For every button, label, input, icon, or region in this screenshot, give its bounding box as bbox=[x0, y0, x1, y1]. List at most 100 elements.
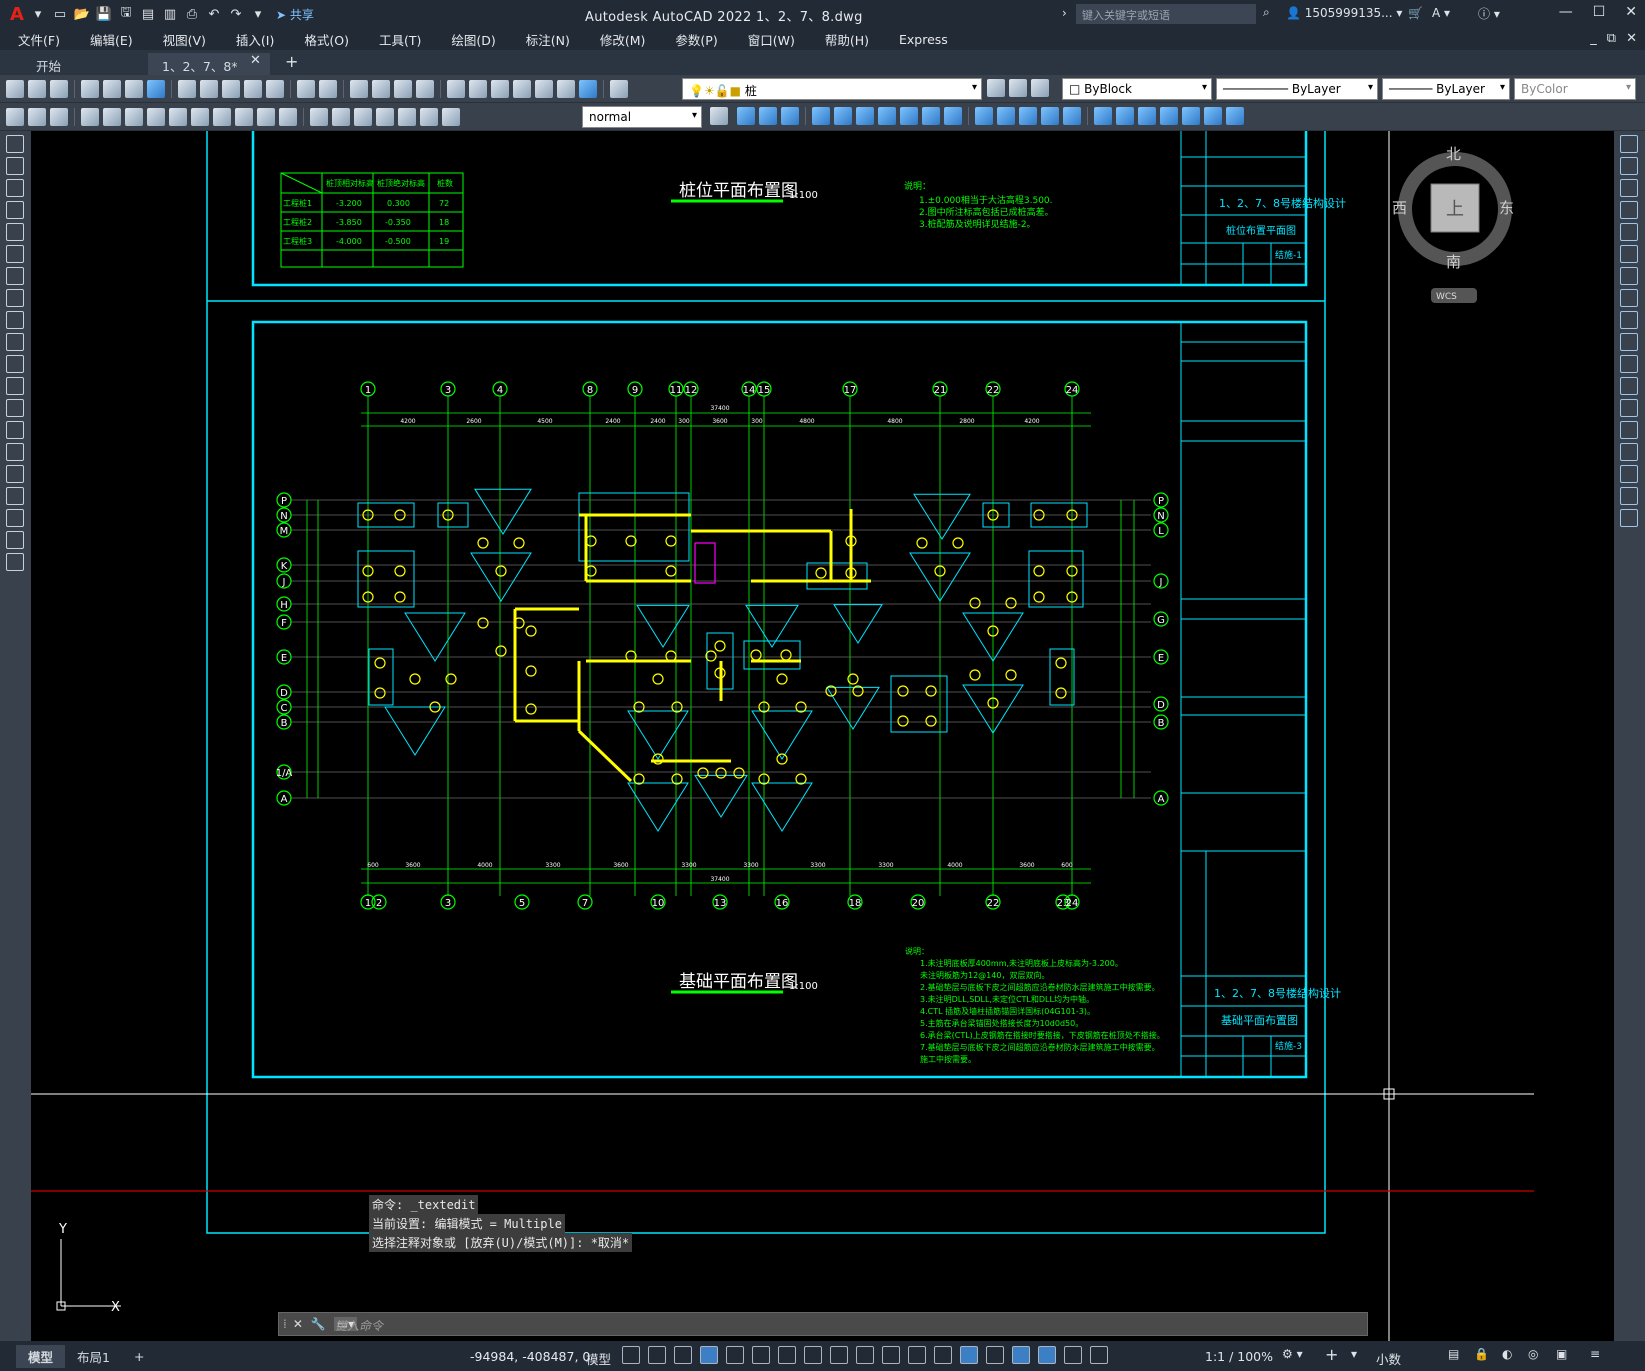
side-stretch-icon[interactable] bbox=[1620, 311, 1638, 329]
otrack-icon[interactable] bbox=[804, 1346, 822, 1364]
design-center-icon[interactable] bbox=[469, 79, 487, 98]
web-open-icon[interactable]: ▤ bbox=[138, 4, 158, 24]
layer-manager-icon[interactable] bbox=[610, 79, 628, 98]
viewcube-north[interactable]: 北 bbox=[1446, 145, 1461, 163]
menu-parametric[interactable]: 参数(P) bbox=[657, 30, 729, 49]
infer-icon[interactable] bbox=[674, 1346, 692, 1364]
lock-ui-icon[interactable]: 🔒 bbox=[1474, 1347, 1489, 1361]
continue-icon[interactable] bbox=[235, 107, 253, 126]
polar-icon[interactable] bbox=[752, 1346, 770, 1364]
zoom-window-icon[interactable] bbox=[394, 79, 412, 98]
draworder-icon[interactable] bbox=[1138, 107, 1156, 125]
menu-view[interactable]: 视图(V) bbox=[145, 30, 218, 49]
side-move-icon[interactable] bbox=[1620, 245, 1638, 263]
fillet-icon[interactable] bbox=[1063, 107, 1081, 125]
dim-text-edit-icon[interactable] bbox=[420, 107, 438, 126]
dim-break-icon[interactable] bbox=[279, 107, 297, 126]
ordinate-icon[interactable] bbox=[81, 107, 99, 126]
command-input[interactable]: 键入命令 bbox=[335, 1317, 383, 1334]
side-mirror-icon[interactable] bbox=[1620, 179, 1638, 197]
side-copy-icon[interactable] bbox=[1620, 157, 1638, 175]
side-break-point-icon[interactable] bbox=[1620, 377, 1638, 395]
user-account[interactable]: 👤 1505999135... ▾ bbox=[1286, 6, 1402, 20]
polygon-icon[interactable] bbox=[6, 201, 24, 219]
paste-icon[interactable] bbox=[222, 79, 240, 98]
center-mark-icon[interactable] bbox=[332, 107, 350, 126]
mtext-icon[interactable] bbox=[6, 531, 24, 549]
new-tab-plus-icon[interactable]: + bbox=[285, 52, 298, 71]
gradient-icon[interactable] bbox=[6, 465, 24, 483]
tab-close-icon[interactable]: ✕ bbox=[250, 53, 261, 68]
workspace-gear-icon[interactable]: ⚙ ▾ bbox=[1282, 1347, 1303, 1361]
side-break-icon[interactable] bbox=[1620, 399, 1638, 417]
viewcube-south[interactable]: 南 bbox=[1446, 253, 1461, 271]
match-prop-icon[interactable] bbox=[244, 79, 262, 98]
grid-icon[interactable] bbox=[622, 1346, 640, 1364]
layer-previous-icon[interactable] bbox=[1009, 79, 1027, 97]
publish-icon[interactable] bbox=[125, 79, 143, 98]
lineweight-dropdown[interactable]: ────── ByLayer ▾ bbox=[1382, 78, 1510, 100]
ellipse-icon[interactable] bbox=[6, 333, 24, 351]
erase-icon[interactable] bbox=[737, 107, 755, 125]
make-layer-current-icon[interactable] bbox=[987, 79, 1005, 97]
dim-update-icon[interactable] bbox=[442, 107, 460, 126]
side-scale-icon[interactable] bbox=[1620, 289, 1638, 307]
select-group-icon[interactable] bbox=[1226, 107, 1244, 125]
search-input[interactable]: 键入关键字或短语 bbox=[1076, 4, 1256, 24]
copy-obj-icon[interactable] bbox=[759, 107, 777, 125]
blend-icon[interactable] bbox=[1094, 107, 1112, 125]
group-edit-icon[interactable] bbox=[1204, 107, 1222, 125]
gizmo-icon[interactable] bbox=[1012, 1346, 1030, 1364]
side-fillet-icon[interactable] bbox=[1620, 465, 1638, 483]
customization-icon[interactable]: ≡ bbox=[1590, 1347, 1600, 1361]
add-layout-plus-icon[interactable]: + bbox=[122, 1347, 156, 1366]
menu-insert[interactable]: 插入(I) bbox=[218, 30, 286, 49]
undo-icon[interactable]: ↶ bbox=[204, 4, 224, 24]
circle-icon[interactable] bbox=[6, 267, 24, 285]
insert-block-icon[interactable] bbox=[6, 377, 24, 395]
side-rotate-icon[interactable] bbox=[1620, 267, 1638, 285]
spline-icon[interactable] bbox=[6, 311, 24, 329]
radius-dim-icon[interactable] bbox=[103, 107, 121, 126]
viewcube[interactable]: 上 北 南 东 西 WCS bbox=[1392, 145, 1514, 303]
pan-icon[interactable] bbox=[350, 79, 368, 98]
baseline-icon[interactable] bbox=[213, 107, 231, 126]
arc-icon[interactable] bbox=[6, 245, 24, 263]
tab-start[interactable]: 开始 bbox=[22, 53, 75, 75]
cart-icon[interactable]: 🛒 bbox=[1408, 6, 1423, 20]
minimize-icon[interactable]: — bbox=[1559, 4, 1573, 20]
open-icon[interactable]: 📂 bbox=[72, 4, 92, 24]
join-icon[interactable] bbox=[1019, 107, 1037, 125]
doc-restore-icon[interactable]: ⧉ bbox=[1607, 31, 1616, 46]
break-icon[interactable] bbox=[997, 107, 1015, 125]
trim-icon[interactable] bbox=[944, 107, 962, 125]
ellipse-arc-icon[interactable] bbox=[6, 355, 24, 373]
doc-minimize-icon[interactable]: _ bbox=[1590, 31, 1597, 46]
preview-icon[interactable] bbox=[103, 79, 121, 98]
menu-tools[interactable]: 工具(T) bbox=[361, 30, 433, 49]
new-icon[interactable]: ▭ bbox=[50, 4, 70, 24]
rotate-icon[interactable] bbox=[878, 107, 896, 125]
selection-cycling-icon[interactable] bbox=[908, 1346, 926, 1364]
hardware-accel-icon[interactable]: ◎ bbox=[1528, 1347, 1538, 1361]
jogged-linear-icon[interactable] bbox=[376, 107, 394, 126]
menu-format[interactable]: 格式(O) bbox=[286, 30, 361, 49]
search-chevron-icon[interactable]: › bbox=[1062, 6, 1067, 20]
redo-icon[interactable]: ↷ bbox=[226, 4, 246, 24]
color-dropdown[interactable]: □ ByBlock ▾ bbox=[1062, 78, 1212, 100]
quickcalc-icon[interactable] bbox=[557, 79, 575, 98]
side-trim-icon[interactable] bbox=[1620, 333, 1638, 351]
close-icon[interactable]: ✕ bbox=[1625, 4, 1637, 20]
aligned-dim-icon[interactable] bbox=[28, 107, 46, 126]
tool-palettes-icon[interactable] bbox=[491, 79, 509, 98]
plot-tool-icon[interactable] bbox=[81, 79, 99, 98]
share-button[interactable]: ➤ 共享 bbox=[276, 6, 314, 23]
menu-edit[interactable]: 编辑(E) bbox=[72, 30, 145, 49]
inspection-icon[interactable] bbox=[354, 107, 372, 126]
explode-icon[interactable] bbox=[1116, 107, 1134, 125]
help-tool-icon[interactable] bbox=[579, 79, 597, 98]
sheet-set-icon[interactable] bbox=[513, 79, 531, 98]
offset-icon[interactable] bbox=[812, 107, 830, 125]
cmd-customize-icon[interactable]: 🔧 bbox=[311, 1317, 326, 1331]
chamfer-icon[interactable] bbox=[1041, 107, 1059, 125]
